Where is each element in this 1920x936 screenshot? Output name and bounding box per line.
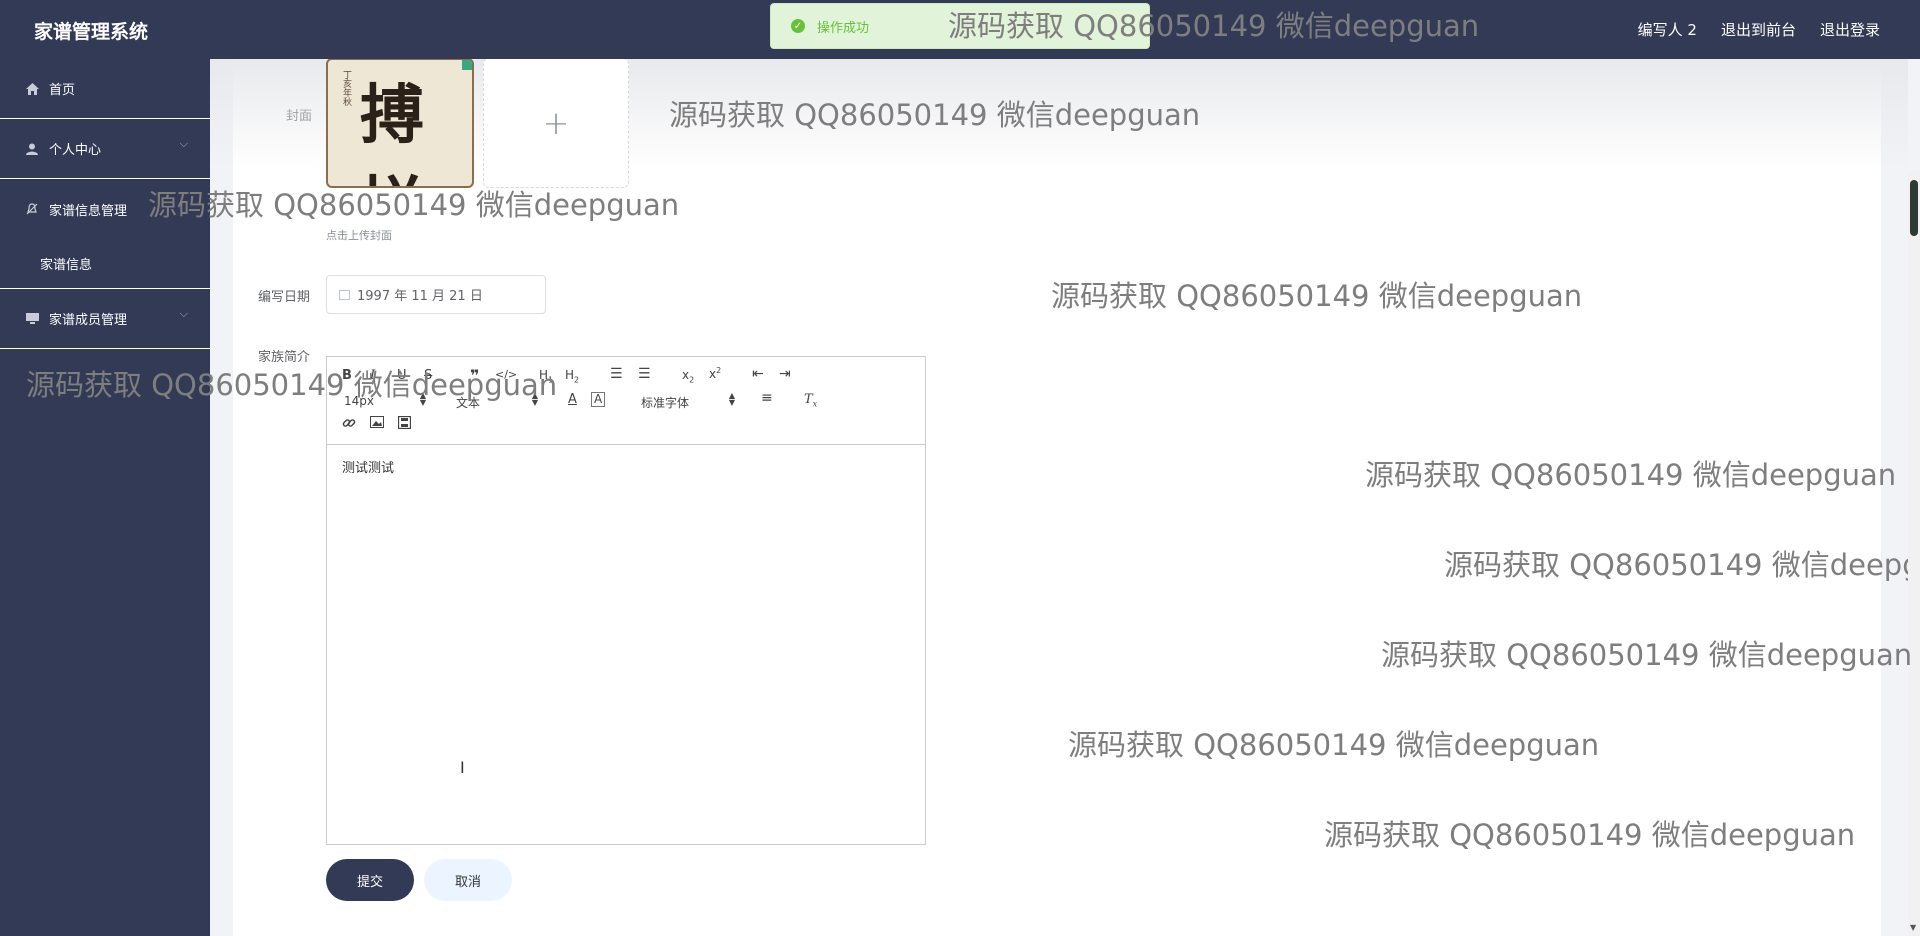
logout-link[interactable]: 退出登录 (1820, 19, 1880, 40)
font-size-value: 14px (344, 394, 374, 408)
underline-icon[interactable]: U (397, 368, 407, 383)
indent-icon[interactable]: ⇥ (779, 366, 791, 382)
link-icon[interactable] (342, 416, 356, 434)
cover-image[interactable]: 丁亥年秋 搏拼 (326, 58, 474, 188)
date-label: 编写日期 (258, 290, 311, 305)
bullet-list-icon[interactable]: ☰ (638, 366, 651, 382)
sidebar-item-member-management[interactable]: 家谱成员管理 ⌵ (0, 289, 210, 349)
sidebar-item-label: 个人中心 (49, 143, 102, 158)
sidebar: 首页 个人中心 ⌵ 家谱信息管理 家谱信息 家谱成员管理 ⌵ (0, 59, 210, 936)
success-toast: ✓ 操作成功 (770, 3, 1150, 49)
subscript-icon[interactable]: x2 (682, 368, 694, 384)
sidebar-item-genealogy-info[interactable]: 家谱信息 (0, 239, 210, 289)
select-arrows-icon: ▲ ▼ (419, 391, 426, 407)
text-type-select[interactable]: 文本 ▲ ▼ (456, 391, 538, 411)
page-scrollbar[interactable]: ▼ (1908, 170, 1920, 936)
sidebar-item-label: 家谱信息 (40, 258, 93, 273)
scroll-down-arrow-icon[interactable]: ▼ (1910, 923, 1916, 932)
video-icon[interactable] (397, 415, 412, 433)
text-cursor-icon: I (460, 758, 465, 777)
code-block-icon[interactable]: </> (495, 368, 517, 381)
calligraphy-inscription: 丁亥年秋 (341, 70, 351, 106)
date-value: 1997 年 11 月 21 日 (357, 289, 483, 304)
submit-button[interactable]: 提交 (326, 859, 414, 901)
select-arrows-icon: ▲ ▼ (531, 391, 538, 407)
calligraphy-characters: 搏拼 (360, 78, 424, 186)
font-size-select[interactable]: 14px ▲ ▼ (344, 391, 426, 409)
current-user-link[interactable]: 编写人 2 (1638, 19, 1697, 40)
chevron-down-icon: ⌵ (179, 137, 188, 150)
font-family-select[interactable]: 标准字体 ▲ ▼ (641, 391, 735, 411)
user-icon (25, 143, 39, 155)
select-arrows-icon: ▲ ▼ (728, 391, 735, 407)
bell-off-icon (25, 203, 39, 215)
sidebar-item-label: 家谱成员管理 (49, 313, 128, 328)
sidebar-item-home[interactable]: 首页 (0, 59, 210, 119)
strikethrough-icon[interactable]: S (424, 368, 432, 383)
image-icon[interactable] (370, 416, 384, 432)
clear-format-icon[interactable]: Tx (804, 392, 817, 409)
italic-icon[interactable]: I (370, 368, 375, 383)
monitor-icon (25, 313, 39, 324)
sidebar-item-genealogy-management[interactable]: 家谱信息管理 (0, 179, 210, 239)
bold-icon[interactable]: B (342, 368, 352, 383)
sidebar-item-personal-center[interactable]: 个人中心 ⌵ (0, 119, 210, 179)
align-left-icon[interactable]: ≡ (761, 390, 773, 406)
cancel-button[interactable]: 取消 (424, 859, 512, 901)
check-circle-icon: ✓ (791, 19, 805, 33)
chevron-down-icon: ⌵ (179, 307, 188, 320)
text-type-value: 文本 (456, 396, 481, 410)
scrollbar-thumb[interactable] (1910, 180, 1918, 236)
font-color-icon[interactable]: A (568, 392, 577, 407)
date-picker-input[interactable]: 1997 年 11 月 21 日 (326, 275, 546, 314)
heading-2-icon[interactable]: H2 (565, 368, 579, 384)
home-icon (25, 82, 39, 95)
blockquote-icon[interactable]: ❞ (470, 366, 479, 385)
superscript-icon[interactable]: x2 (709, 366, 721, 381)
top-links: 编写人 2 退出到前台 退出登录 (1638, 19, 1880, 40)
font-family-value: 标准字体 (641, 396, 690, 410)
plus-icon: + (542, 104, 570, 142)
ordered-list-icon[interactable]: ☰ (610, 366, 623, 382)
cover-label: 封面 (286, 109, 313, 124)
exit-to-frontend-link[interactable]: 退出到前台 (1721, 19, 1796, 40)
upload-tip: 点击上传封面 (326, 229, 392, 242)
background-color-icon[interactable]: A (591, 392, 606, 407)
sidebar-item-label: 首页 (49, 83, 76, 98)
editor-content[interactable]: 测试测试 (327, 445, 925, 488)
seal-mark (462, 60, 472, 70)
toast-message: 操作成功 (817, 20, 870, 36)
calendar-icon (339, 289, 350, 300)
outdent-icon[interactable]: ⇤ (752, 366, 764, 382)
sidebar-item-label: 家谱信息管理 (49, 203, 128, 219)
app-title: 家谱管理系统 (34, 21, 149, 43)
rich-text-editor: B I U S ❞ </> H1 H2 ☰ ☰ x2 x2 ⇤ ⇥ 14px ▲… (326, 356, 926, 845)
cover-upload-button[interactable]: + (483, 58, 629, 188)
editor-toolbar: B I U S ❞ </> H1 H2 ☰ ☰ x2 x2 ⇤ ⇥ 14px ▲… (327, 357, 925, 445)
intro-label: 家族简介 (258, 350, 311, 365)
heading-1-icon[interactable]: H1 (539, 368, 553, 384)
